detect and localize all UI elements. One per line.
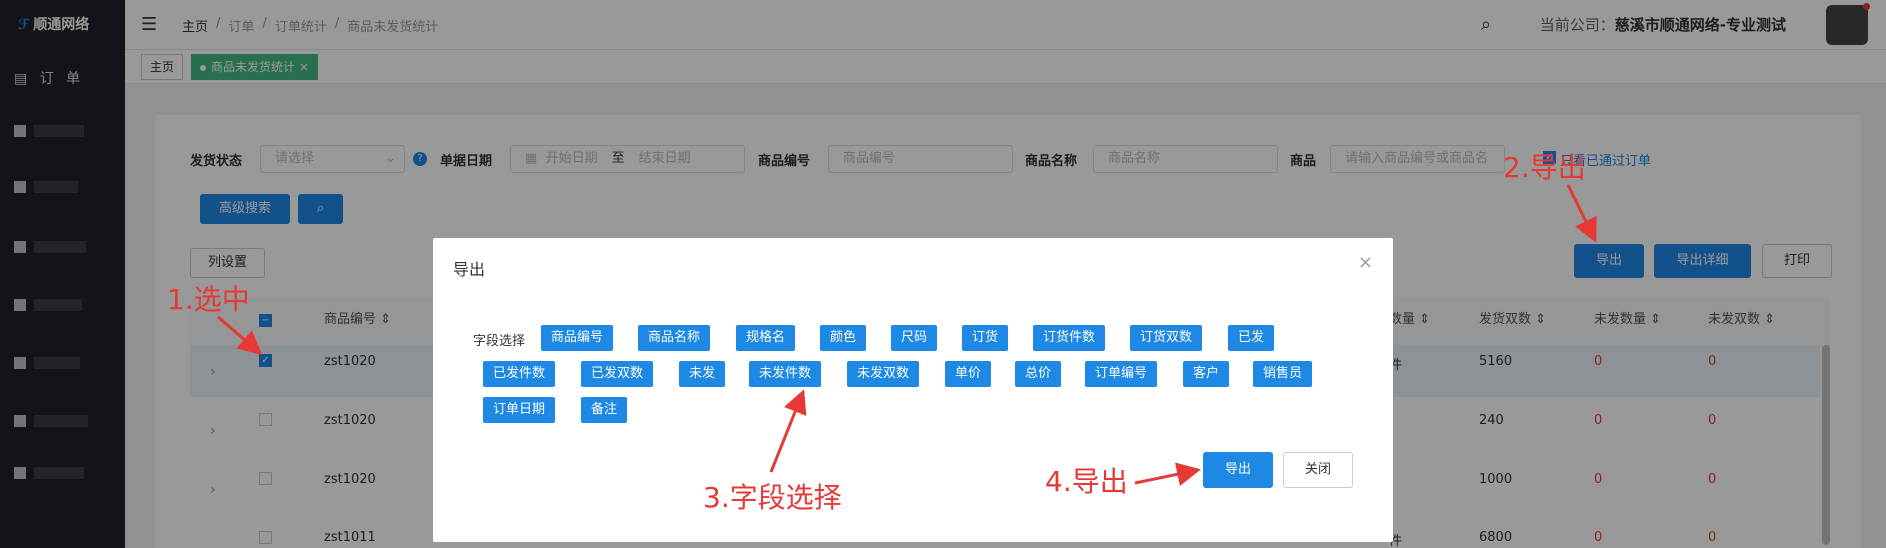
dialog-export-button[interactable]: 导出 (1203, 452, 1273, 488)
field-tag[interactable]: 规格名 (736, 325, 796, 351)
field-tag[interactable]: 未发件数 (749, 361, 822, 387)
annotation-step4: 4.导出 (1045, 465, 1128, 498)
field-tag[interactable]: 尺码 (891, 325, 938, 351)
export-dialog: 导出 × 字段选择 商品编号 商品名称 规格名 颜色 尺码 订货 订货件数 订货… (433, 238, 1393, 542)
field-tag[interactable]: 已发件数 (483, 361, 556, 387)
field-tag[interactable]: 订单日期 (483, 397, 556, 423)
annotation-step3: 3.字段选择 (703, 481, 842, 514)
field-select-label: 字段选择 (473, 334, 526, 349)
field-tag[interactable]: 未发 (679, 361, 726, 387)
close-icon[interactable]: × (1358, 252, 1373, 273)
annotation-step1: 1.选中 (167, 283, 250, 316)
field-tag[interactable]: 已发 (1228, 325, 1275, 351)
field-tag[interactable]: 颜色 (820, 325, 867, 351)
annotation-step2: 2.导出 (1503, 151, 1586, 184)
field-tag[interactable]: 已发双数 (581, 361, 654, 387)
dialog-close-button[interactable]: 关闭 (1283, 452, 1353, 488)
field-tag[interactable]: 销售员 (1253, 361, 1313, 387)
field-tag[interactable]: 单价 (945, 361, 992, 387)
field-tag[interactable]: 订货双数 (1130, 325, 1203, 351)
field-tag[interactable]: 订货件数 (1033, 325, 1106, 351)
field-tag[interactable]: 商品编号 (541, 325, 614, 351)
field-tag[interactable]: 订单编号 (1085, 361, 1158, 387)
field-tag[interactable]: 订货 (962, 325, 1009, 351)
field-tag[interactable]: 商品名称 (638, 325, 711, 351)
dialog-title: 导出 (453, 260, 486, 279)
field-tag[interactable]: 总价 (1015, 361, 1062, 387)
field-tag[interactable]: 备注 (581, 397, 628, 423)
field-tag[interactable]: 未发双数 (847, 361, 920, 387)
field-tag[interactable]: 客户 (1183, 361, 1230, 387)
